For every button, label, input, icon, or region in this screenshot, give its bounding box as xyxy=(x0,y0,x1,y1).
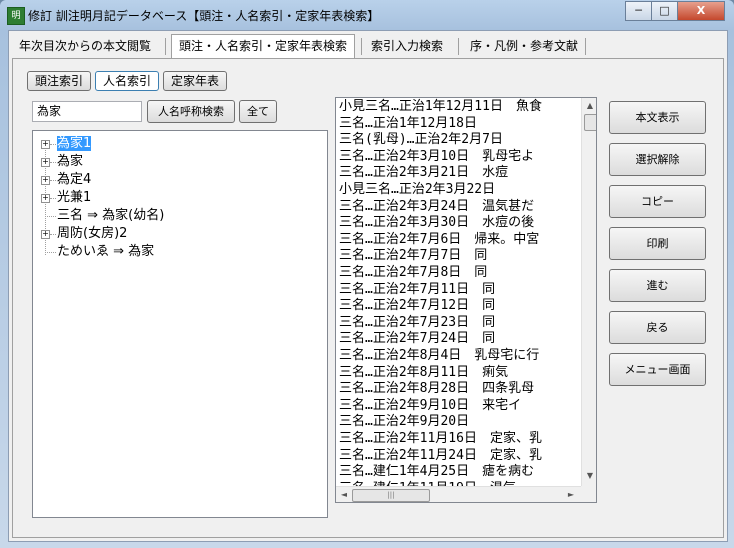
list-item[interactable]: 三名…正治2年9月10日 来宅イ xyxy=(339,398,521,415)
tree-node-label: 為家1 xyxy=(57,136,92,151)
app-icon: 明 xyxy=(7,7,25,25)
horizontal-scroll-thumb[interactable]: ||| xyxy=(352,489,430,502)
show-all-button[interactable]: 全て xyxy=(239,100,277,123)
tree-connector xyxy=(50,198,56,199)
entry-list[interactable]: 小見三名…正治1年12月11日 魚食 三名…正治1年12月18日 三名(乳母)…正治… xyxy=(335,97,597,503)
horizontal-scrollbar[interactable]: ◄ ||| ► xyxy=(336,486,581,502)
list-item[interactable]: 三名…正治2年3月10日 乳母宅よ xyxy=(339,149,534,166)
tree-node[interactable]: 為家 xyxy=(57,153,83,171)
copy-button[interactable]: コピー xyxy=(609,185,706,218)
tab-separator xyxy=(458,38,459,55)
close-button[interactable]: X xyxy=(677,1,725,21)
list-item[interactable]: 三名…正治2年7月12日 同 xyxy=(339,298,495,315)
back-button[interactable]: 戻る xyxy=(609,311,706,344)
expand-icon[interactable]: + xyxy=(41,158,50,167)
list-item[interactable]: 三名…正治2年7月8日 同 xyxy=(339,265,487,282)
scroll-left-icon[interactable]: ◄ xyxy=(338,489,350,501)
tree-connector xyxy=(50,180,56,181)
person-tree: + 為家1 + 為家 + 為定4 + 光兼1 三名 ⇒ 為家(幼名) + 周防(… xyxy=(32,130,328,518)
maximize-button[interactable]: □ xyxy=(651,1,678,21)
expand-icon[interactable]: + xyxy=(41,230,50,239)
list-item[interactable]: 三名…正治2年7月23日 同 xyxy=(339,315,495,332)
tree-node[interactable]: 三名 ⇒ 為家(幼名) xyxy=(57,207,164,225)
tree-node-label: 光兼1 xyxy=(57,190,92,205)
list-item[interactable]: 三名…正治2年11月16日 定家、乳 xyxy=(339,431,542,448)
list-item[interactable]: 三名…正治2年8月28日 四条乳母 xyxy=(339,381,534,398)
tab-separator xyxy=(585,38,586,55)
expand-icon[interactable]: + xyxy=(41,140,50,149)
subtab-annotation-index[interactable]: 頭注索引 xyxy=(27,71,91,91)
app-window: 明 修訂 訓注明月記データベース【頭注・人名索引・定家年表検索】 ─ □ X 年… xyxy=(0,0,734,548)
tab-panel: 頭注索引 人名索引 定家年表 為家 人名呼称検索 全て + 為家1 + 為家 +… xyxy=(12,58,724,538)
forward-button[interactable]: 進む xyxy=(609,269,706,302)
tree-connector xyxy=(50,234,56,235)
list-item[interactable]: 三名…正治2年7月24日 同 xyxy=(339,331,495,348)
window-title: 修訂 訓注明月記データベース【頭注・人名索引・定家年表検索】 xyxy=(28,9,380,23)
tree-node[interactable]: 為定4 xyxy=(57,171,91,189)
scroll-corner xyxy=(581,486,596,502)
subtab-teika-chronology[interactable]: 定家年表 xyxy=(163,71,227,91)
minimize-button[interactable]: ─ xyxy=(625,1,652,21)
name-search-button[interactable]: 人名呼称検索 xyxy=(147,100,235,123)
list-item[interactable]: 三名…正治2年3月30日 水痘の後 xyxy=(339,215,534,232)
tree-node[interactable]: ためいゑ ⇒ 為家 xyxy=(57,243,154,261)
expand-icon[interactable]: + xyxy=(41,176,50,185)
vertical-scroll-thumb[interactable] xyxy=(584,114,596,131)
show-text-button[interactable]: 本文表示 xyxy=(609,101,706,134)
tree-node-label: 周防(女房)2 xyxy=(57,226,128,241)
print-button[interactable]: 印刷 xyxy=(609,227,706,260)
list-item[interactable]: 三名…正治2年8月4日 乳母宅に行 xyxy=(339,348,539,365)
list-item[interactable]: 三名…正治1年12月18日 xyxy=(339,116,477,133)
tab-annotation-search[interactable]: 頭注・人名索引・定家年表検索 xyxy=(171,34,356,59)
tab-separator xyxy=(361,38,362,55)
list-item[interactable]: 小見三名…正治2年3月22日 xyxy=(339,182,495,199)
list-item[interactable]: 三名…正治2年7月6日 帰来。中宮 xyxy=(339,232,539,249)
scroll-right-icon[interactable]: ► xyxy=(565,489,577,501)
list-item[interactable]: 三名…正治2年8月11日 痢気 xyxy=(339,365,508,382)
tree-connector xyxy=(50,162,56,163)
subtab-person-index[interactable]: 人名索引 xyxy=(95,71,159,91)
menu-screen-button[interactable]: メニュー画面 xyxy=(609,353,706,386)
tree-node-label: 為定4 xyxy=(57,172,92,187)
tab-references[interactable]: 序・凡例・参考文献 xyxy=(463,35,585,57)
tab-separator xyxy=(165,38,166,55)
tree-connector xyxy=(45,216,56,217)
list-item[interactable]: 三名…正治2年11月24日 定家、乳 xyxy=(339,448,542,465)
tree-node-label: ためいゑ ⇒ 為家 xyxy=(57,244,155,259)
tree-connector xyxy=(45,252,56,253)
tree-node-label: 三名 ⇒ 為家(幼名) xyxy=(57,208,165,223)
tree-connector xyxy=(50,144,56,145)
list-item[interactable]: 三名…正治2年7月7日 同 xyxy=(339,248,487,265)
list-item[interactable]: 三名…正治2年9月20日 xyxy=(339,414,469,431)
list-item[interactable]: 三名…正治2年7月11日 同 xyxy=(339,282,495,299)
expand-icon[interactable]: + xyxy=(41,194,50,203)
vertical-scrollbar[interactable]: ▲ ▼ xyxy=(581,98,596,486)
clear-selection-button[interactable]: 選択解除 xyxy=(609,143,706,176)
person-search-input[interactable]: 為家 xyxy=(32,101,142,122)
tree-node[interactable]: 為家1 xyxy=(57,135,92,153)
tree-node[interactable]: 周防(女房)2 xyxy=(57,225,127,243)
list-item[interactable]: 小見三名…正治1年12月11日 魚食 xyxy=(339,99,542,116)
client-area: 年次目次からの本文閲覧 頭注・人名索引・定家年表検索 索引入力検索 序・凡例・参… xyxy=(8,30,728,542)
tab-index-input[interactable]: 索引入力検索 xyxy=(364,35,450,57)
tab-main-text[interactable]: 年次目次からの本文閲覧 xyxy=(12,35,158,57)
list-item[interactable]: 三名…正治2年3月24日 温気甚だ xyxy=(339,199,534,216)
scroll-down-icon[interactable]: ▼ xyxy=(584,470,596,482)
tree-node[interactable]: 光兼1 xyxy=(57,189,91,207)
list-item[interactable]: 三名(乳母)…正治2年2月7日 xyxy=(339,132,503,149)
list-item[interactable]: 三名…建仁1年4月25日 瘧を病む xyxy=(339,464,534,481)
tree-node-label: 為家 xyxy=(57,154,84,169)
list-item[interactable]: 三名…正治2年3月21日 水痘 xyxy=(339,165,508,182)
scroll-up-icon[interactable]: ▲ xyxy=(584,100,596,112)
